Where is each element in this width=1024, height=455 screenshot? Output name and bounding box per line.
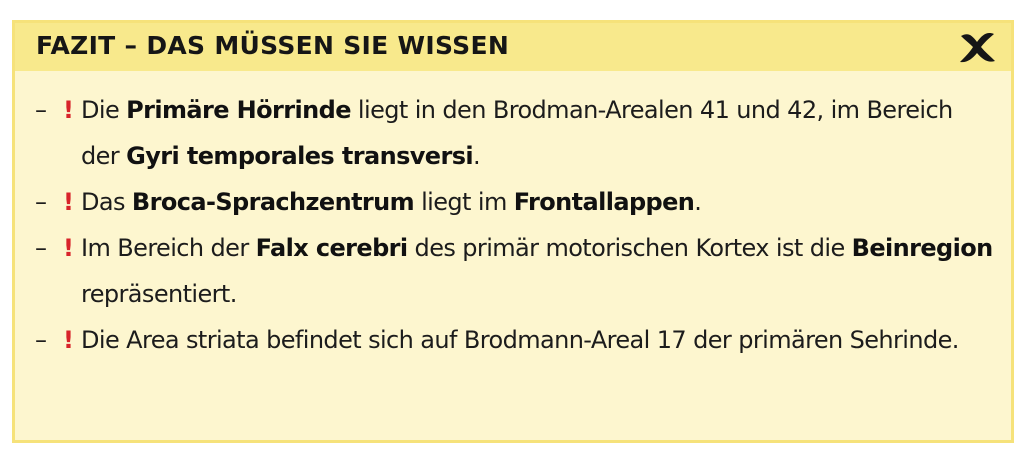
exclamation-icon: ! [63, 234, 74, 262]
exclamation-icon: ! [63, 96, 74, 124]
item-emphasis: Broca-Sprachzentrum [131, 188, 415, 216]
list-item: – ! Das Broca-Sprachzentrum liegt im Fro… [35, 179, 997, 225]
item-text: liegt im [414, 188, 514, 216]
bullet-dash: – [35, 96, 47, 124]
item-text: . [473, 142, 481, 170]
item-text: repräsentiert. [81, 280, 237, 308]
bullet-dash: – [35, 234, 47, 262]
item-emphasis: Beinregion [851, 234, 994, 262]
bullet-dash: – [35, 326, 47, 354]
item-emphasis: Falx cerebri [255, 234, 409, 262]
list-item: – ! Die Primäre Hörrinde liegt in den Br… [35, 87, 997, 179]
exclamation-icon: ! [63, 188, 74, 216]
summary-header: FAZIT – DAS MÜSSEN SIE WISSEN [15, 23, 1011, 71]
fact-list: – ! Die Primäre Hörrinde liegt in den Br… [35, 87, 997, 363]
item-text: Die [81, 96, 127, 124]
item-emphasis: Frontallappen [513, 188, 695, 216]
item-text: Das [81, 188, 132, 216]
summary-title: FAZIT – DAS MÜSSEN SIE WISSEN [36, 31, 510, 60]
item-text: des primär motorischen Kortex ist die [407, 234, 852, 262]
item-text: Im Bereich der [81, 234, 256, 262]
list-item: – ! Die Area striata befindet sich auf B… [35, 317, 997, 363]
item-emphasis: Primäre Hörrinde [126, 96, 351, 124]
summary-box: FAZIT – DAS MÜSSEN SIE WISSEN – ! Die Pr… [12, 20, 1014, 443]
item-text: . [694, 188, 702, 216]
item-text: Die Area striata befindet sich auf Brodm… [81, 326, 959, 354]
exclamation-icon: ! [63, 326, 74, 354]
x-mark-icon [960, 32, 995, 63]
item-emphasis: Gyri temporales transversi [126, 142, 474, 170]
bullet-dash: – [35, 188, 47, 216]
list-item: – ! Im Bereich der Falx cerebri des prim… [35, 225, 997, 317]
